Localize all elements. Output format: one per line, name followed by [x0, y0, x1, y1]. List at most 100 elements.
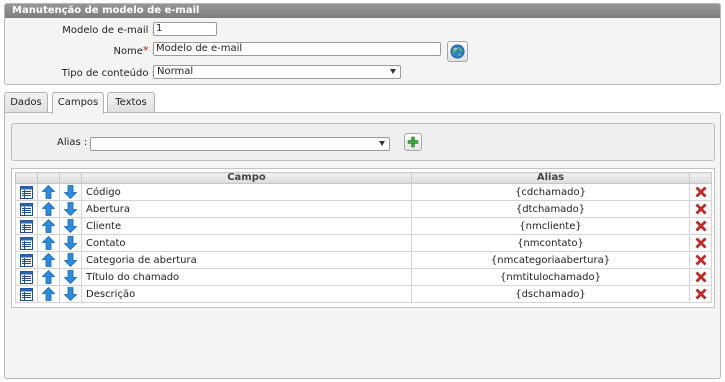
delete-x-icon [695, 220, 706, 232]
alias-filter-box: Alias : [11, 123, 715, 161]
move-up-cell[interactable] [37, 268, 60, 286]
move-down-cell[interactable] [59, 234, 82, 252]
nome-input[interactable]: Modelo de e-mail [153, 42, 441, 56]
campo-cell: Título do chamado [81, 268, 412, 286]
globe-icon [450, 44, 465, 59]
add-plus-icon [407, 136, 419, 148]
details-cell[interactable] [15, 234, 38, 252]
move-up-cell[interactable] [37, 234, 60, 252]
table-details-icon [20, 236, 33, 250]
modelo-input[interactable]: 1 [153, 22, 217, 36]
table-details-icon [20, 202, 33, 216]
header-blank-3 [59, 172, 82, 184]
move-up-cell[interactable] [37, 217, 60, 235]
table-header-row: Campo Alias [15, 172, 712, 184]
arrow-down-icon [64, 236, 77, 250]
arrow-up-icon [42, 270, 55, 284]
modelo-label: Modelo de e-mail : [62, 24, 155, 36]
move-down-cell[interactable] [59, 200, 82, 218]
details-cell[interactable] [15, 285, 38, 303]
move-up-cell[interactable] [37, 285, 60, 303]
move-down-cell[interactable] [59, 251, 82, 269]
tipo-label: Tipo de conteúdo : [61, 67, 155, 79]
modelo-row: Modelo de e-mail : [5, 22, 155, 38]
delete-x-icon [695, 288, 706, 300]
details-cell[interactable] [15, 200, 38, 218]
tab-textos[interactable]: Textos [107, 92, 155, 113]
table-details-icon [20, 270, 33, 284]
campo-cell: Abertura [81, 200, 412, 218]
tipo-select-value: Normal [157, 66, 194, 77]
alias-label: Alias : [57, 137, 88, 148]
header-blank-4 [689, 172, 712, 184]
arrow-up-icon [42, 253, 55, 267]
header-alias: Alias [411, 172, 690, 184]
header-blank-1 [15, 172, 38, 184]
table-row: Descrição {dschamado} [15, 285, 712, 303]
move-down-cell[interactable] [59, 217, 82, 235]
arrow-up-icon [42, 287, 55, 301]
delete-x-icon [695, 203, 706, 215]
alias-select[interactable] [90, 137, 390, 151]
delete-cell[interactable] [689, 183, 712, 201]
details-cell[interactable] [15, 251, 38, 269]
delete-x-icon [695, 254, 706, 266]
tipo-select[interactable]: Normal [153, 65, 401, 79]
alias-cell: {dschamado} [411, 285, 690, 303]
header-blank-2 [37, 172, 60, 184]
details-cell[interactable] [15, 217, 38, 235]
move-up-cell[interactable] [37, 251, 60, 269]
form-title: Manutenção de modelo de e-mail [5, 4, 720, 18]
delete-x-icon [695, 271, 706, 283]
delete-x-icon [695, 186, 706, 198]
delete-cell[interactable] [689, 285, 712, 303]
chevron-down-icon [379, 141, 385, 146]
nome-row: Nome* : [5, 42, 155, 58]
move-down-cell[interactable] [59, 268, 82, 286]
campo-cell: Descrição [81, 285, 412, 303]
move-up-cell[interactable] [37, 200, 60, 218]
tab-content: Alias : Campo Alias Código {cdchamado} A… [4, 112, 721, 379]
table-details-icon [20, 253, 33, 267]
arrow-down-icon [64, 185, 77, 199]
alias-cell: {dtchamado} [411, 200, 690, 218]
campo-cell: Contato [81, 234, 412, 252]
add-field-button[interactable] [404, 133, 422, 151]
table-row: Título do chamado {nmtitulochamado} [15, 268, 712, 286]
alias-cell: {nmcategoriaabertura} [411, 251, 690, 269]
tab-dados[interactable]: Dados [4, 92, 48, 113]
campo-cell: Cliente [81, 217, 412, 235]
move-down-cell[interactable] [59, 285, 82, 303]
move-up-cell[interactable] [37, 183, 60, 201]
arrow-up-icon [42, 202, 55, 216]
delete-cell[interactable] [689, 234, 712, 252]
tab-campos[interactable]: Campos [52, 92, 104, 114]
arrow-up-icon [42, 185, 55, 199]
table-row: Categoria de abertura {nmcategoriaabertu… [15, 251, 712, 269]
nome-label: Nome* : [113, 44, 155, 57]
form-panel: Manutenção de modelo de e-mail Modelo de… [4, 3, 721, 85]
delete-cell[interactable] [689, 268, 712, 286]
delete-cell[interactable] [689, 251, 712, 269]
table-row: Contato {nmcontato} [15, 234, 712, 252]
delete-cell[interactable] [689, 200, 712, 218]
table-row: Código {cdchamado} [15, 183, 712, 201]
fields-table: Campo Alias Código {cdchamado} Abertura … [15, 172, 712, 303]
delete-cell[interactable] [689, 217, 712, 235]
delete-x-icon [695, 237, 706, 249]
arrow-up-icon [42, 219, 55, 233]
nome-label-text: Nome [113, 45, 143, 57]
arrow-down-icon [64, 287, 77, 301]
arrow-down-icon [64, 219, 77, 233]
chevron-down-icon [390, 69, 396, 74]
move-down-cell[interactable] [59, 183, 82, 201]
arrow-down-icon [64, 202, 77, 216]
header-campo: Campo [81, 172, 412, 184]
table-row: Cliente {nmcliente} [15, 217, 712, 235]
table-details-icon [20, 287, 33, 301]
arrow-up-icon [42, 236, 55, 250]
table-details-icon [20, 185, 33, 199]
details-cell[interactable] [15, 183, 38, 201]
translate-button[interactable] [447, 41, 468, 62]
details-cell[interactable] [15, 268, 38, 286]
